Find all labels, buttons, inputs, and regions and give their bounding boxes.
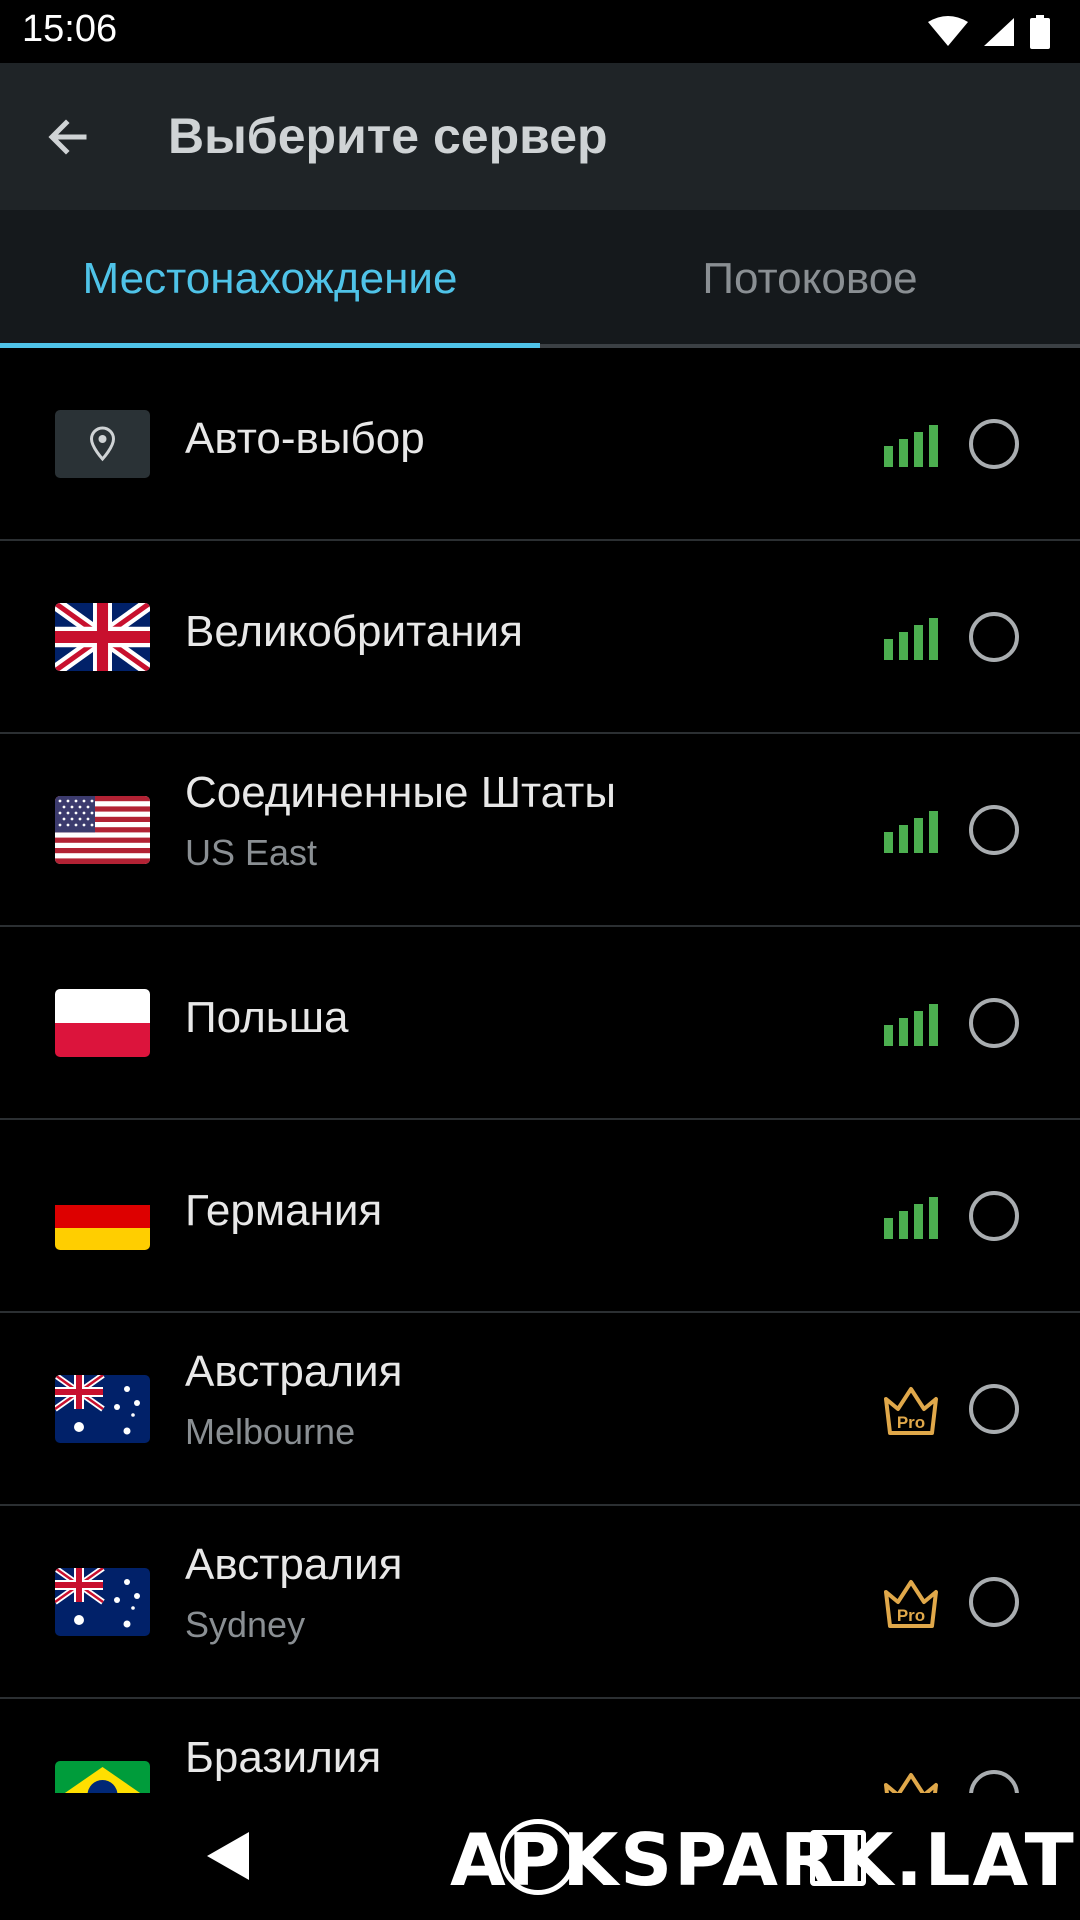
tab-streaming[interactable]: Потоковое — [540, 210, 1080, 348]
server-name: Австралия — [185, 1540, 403, 1589]
status-bar: 15:06 — [0, 0, 1080, 63]
server-name: Германия — [185, 1186, 383, 1235]
server-city: US East — [185, 832, 318, 873]
server-name: Польша — [185, 993, 349, 1042]
server-name: Авто-выбор — [185, 414, 425, 463]
signal-strength-icon — [884, 1197, 938, 1239]
server-city: Melbourne — [185, 1411, 356, 1452]
pro-label: Pro — [897, 1606, 925, 1625]
app-bar: Выберите сервер — [0, 63, 1080, 210]
server-city: Sydney — [185, 1604, 306, 1645]
select-radio[interactable] — [969, 805, 1019, 855]
server-row-poland[interactable]: Польша — [0, 927, 1080, 1120]
pro-crown-icon: Pro — [884, 1387, 938, 1435]
status-time: 15:06 — [22, 8, 118, 50]
signal-strength-icon — [884, 618, 938, 660]
server-row-uk[interactable]: Великобритания — [0, 541, 1080, 734]
tab-bar: Местонахождение Потоковое — [0, 210, 1080, 348]
poland-flag-icon — [55, 989, 150, 1057]
server-row-brazil[interactable]: Бразилия — [0, 1699, 1080, 1793]
server-row-auto[interactable]: Авто-выбор — [0, 348, 1080, 541]
server-name: Бразилия — [185, 1733, 382, 1782]
signal-strength-icon — [884, 425, 938, 467]
server-row-australia-melbourne[interactable]: Австралия Melbourne Pro — [0, 1313, 1080, 1506]
nav-back-icon[interactable] — [205, 1830, 251, 1882]
server-name: Австралия — [185, 1347, 403, 1396]
pro-crown-icon: Pro — [884, 1580, 938, 1628]
select-radio[interactable] — [969, 612, 1019, 662]
battery-icon — [1030, 15, 1050, 49]
germany-flag-icon — [55, 1182, 150, 1250]
server-row-australia-sydney[interactable]: Австралия Sydney Pro — [0, 1506, 1080, 1699]
select-radio[interactable] — [969, 1191, 1019, 1241]
select-radio[interactable] — [969, 1577, 1019, 1627]
tab-location[interactable]: Местонахождение — [0, 210, 540, 348]
brazil-flag-icon — [55, 1761, 150, 1793]
select-radio[interactable] — [969, 419, 1019, 469]
server-name: Великобритания — [185, 607, 523, 656]
server-list[interactable]: Авто-выбор Великобритания Соединенные Шт… — [0, 348, 1080, 1793]
pro-crown-icon — [884, 1773, 938, 1793]
signal-strength-icon — [884, 811, 938, 853]
status-icons — [928, 12, 1050, 52]
server-row-us[interactable]: Соединенные Штаты US East — [0, 734, 1080, 927]
select-radio[interactable] — [969, 1384, 1019, 1434]
us-flag-icon — [55, 796, 150, 864]
server-row-germany[interactable]: Германия — [0, 1120, 1080, 1313]
select-radio[interactable] — [969, 998, 1019, 1048]
select-radio[interactable] — [969, 1770, 1019, 1793]
watermark-text: APKSPARK.LAT — [450, 1818, 1076, 1902]
server-name: Соединенные Штаты — [185, 768, 616, 817]
australia-flag-icon — [55, 1568, 150, 1636]
uk-flag-icon — [55, 603, 150, 671]
page-title: Выберите сервер — [168, 108, 608, 164]
wifi-icon — [928, 16, 968, 46]
back-arrow-icon[interactable] — [40, 109, 96, 165]
pro-label: Pro — [897, 1413, 925, 1432]
australia-flag-icon — [55, 1375, 150, 1443]
signal-strength-icon — [884, 1004, 938, 1046]
location-pin-icon — [55, 410, 150, 478]
cell-signal-icon — [984, 18, 1014, 46]
